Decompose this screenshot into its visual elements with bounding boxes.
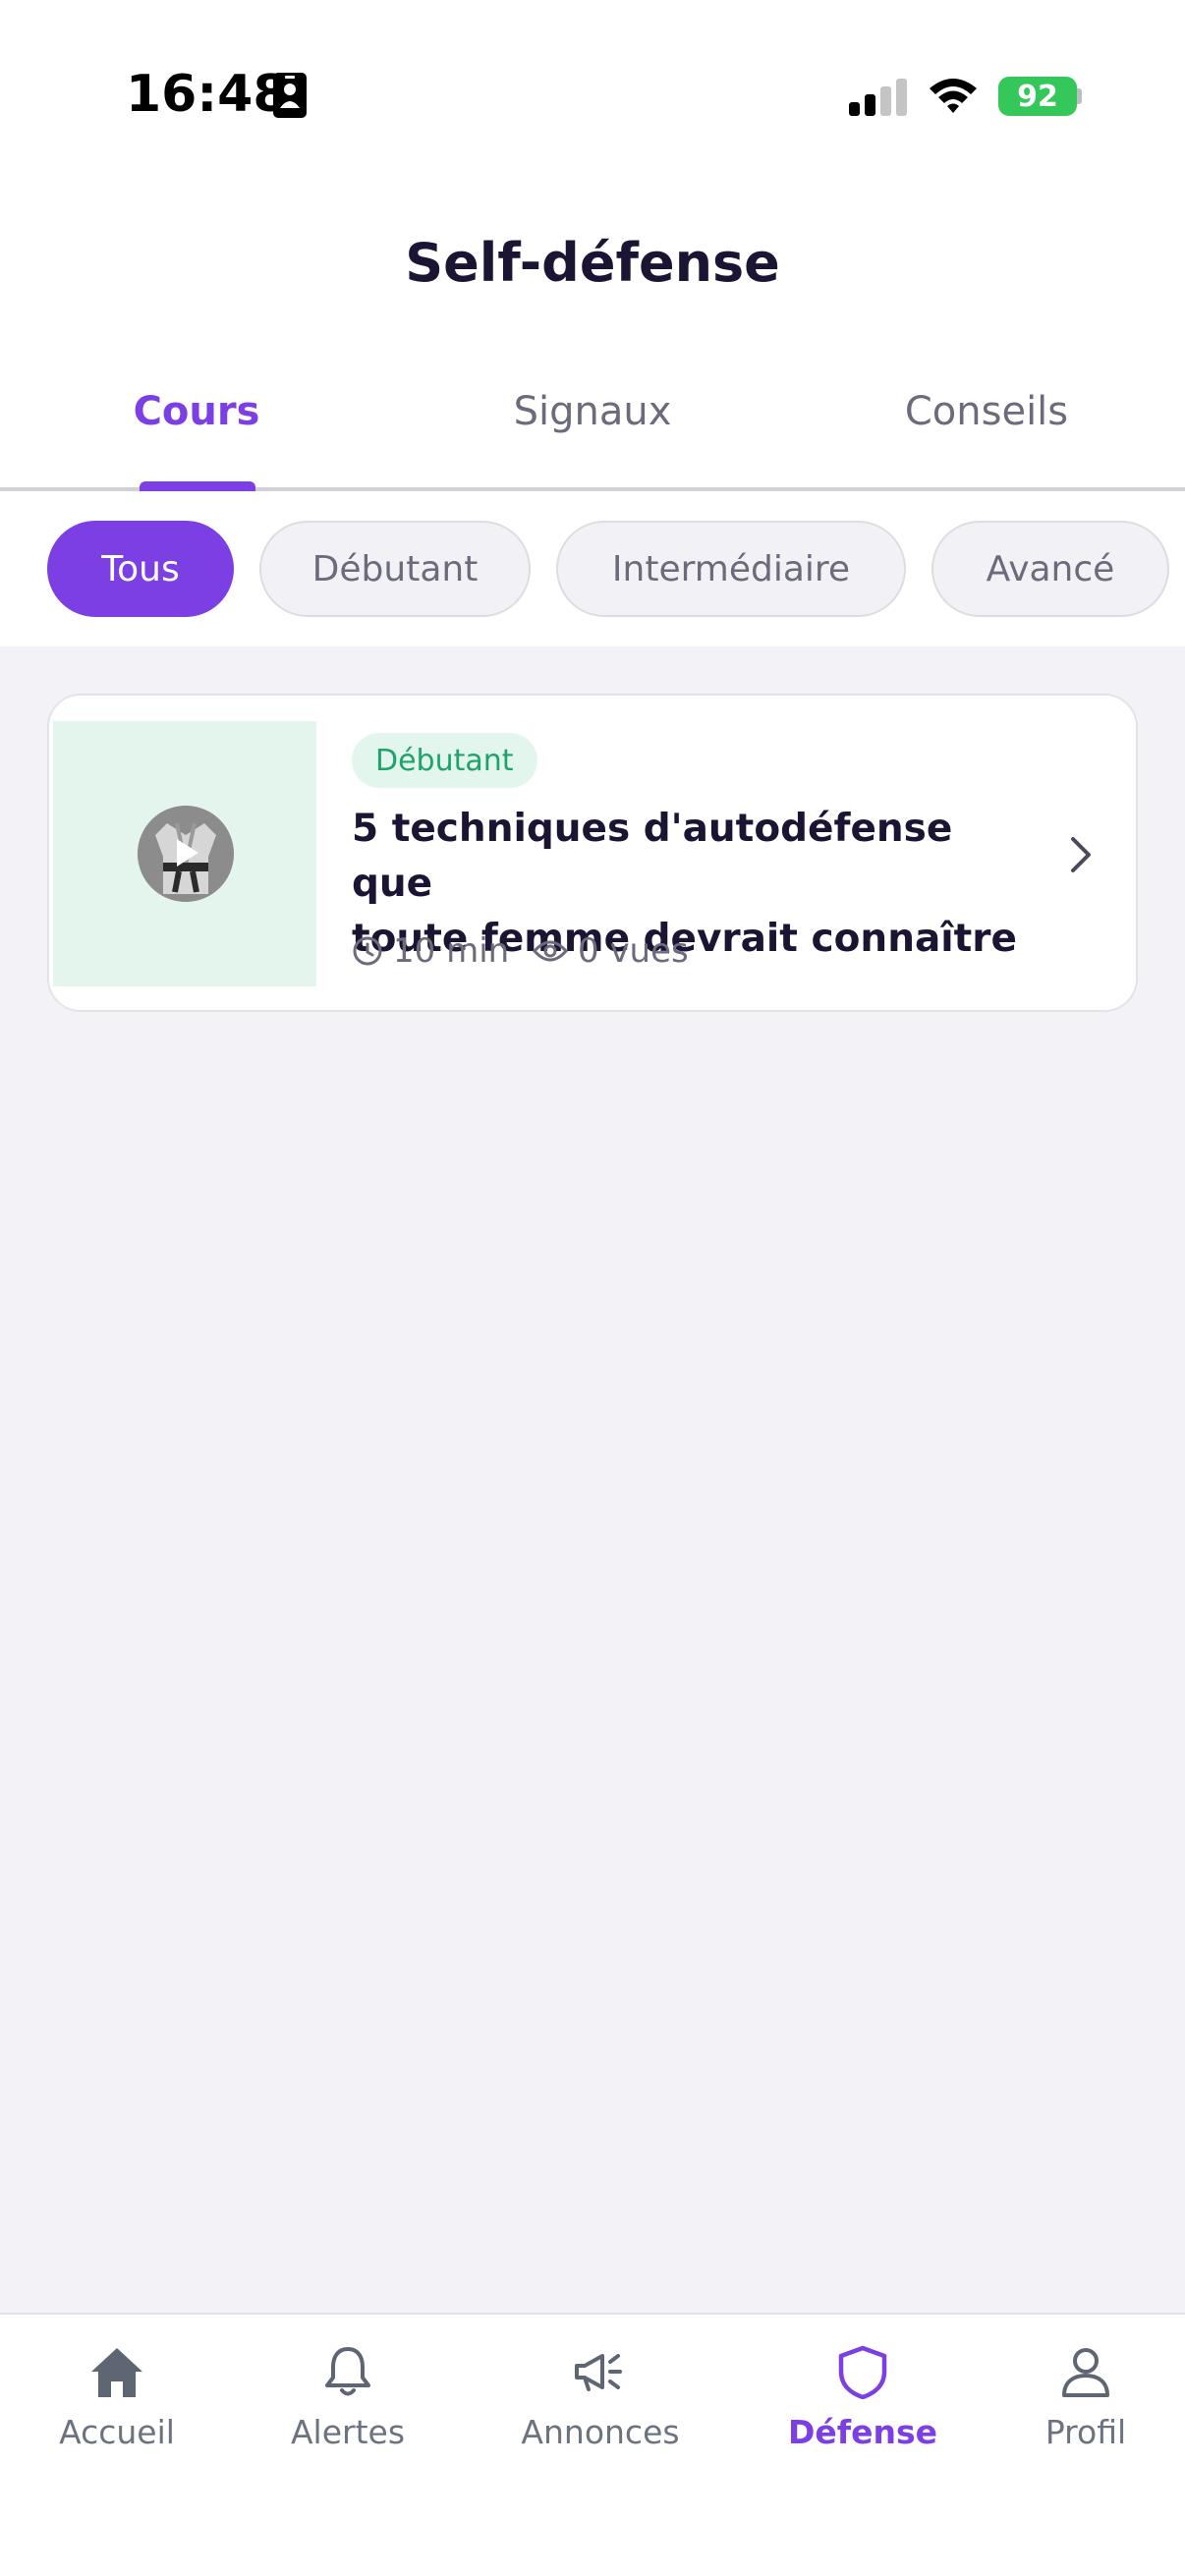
megaphone-icon bbox=[575, 2354, 622, 2391]
page-title: Self-défense bbox=[405, 232, 780, 294]
nav-label: Annonces bbox=[521, 2413, 680, 2451]
signal-icon bbox=[849, 79, 907, 116]
course-views: 0 vues bbox=[533, 931, 689, 971]
battery-indicator: 92 bbox=[998, 77, 1077, 116]
chevron-right-icon bbox=[1071, 837, 1091, 872]
views-text: 0 vues bbox=[578, 931, 689, 971]
battery-tip bbox=[1077, 88, 1082, 104]
duration-text: 10 min bbox=[393, 931, 510, 971]
nav-label: Profil bbox=[1044, 2413, 1127, 2451]
tab-signaux[interactable]: Signaux bbox=[494, 389, 691, 434]
course-thumbnail bbox=[53, 721, 316, 986]
filter-debutant[interactable]: Débutant bbox=[259, 521, 531, 617]
shield-icon bbox=[838, 2345, 887, 2399]
level-badge: Débutant bbox=[352, 733, 537, 788]
nav-defense[interactable]: Défense bbox=[764, 2344, 961, 2451]
filter-tous[interactable]: Tous bbox=[47, 521, 234, 617]
nav-label: Accueil bbox=[59, 2413, 175, 2451]
bottom-navigation: Accueil Alertes Annonces Défense Profil bbox=[0, 2313, 1185, 2576]
nav-label: Défense bbox=[787, 2413, 938, 2451]
course-duration: 10 min bbox=[352, 931, 509, 971]
tab-cours[interactable]: Cours bbox=[98, 389, 295, 434]
bell-icon bbox=[325, 2347, 370, 2396]
home-icon bbox=[91, 2348, 142, 2397]
clock-icon bbox=[353, 936, 382, 966]
nav-profil[interactable]: Profil bbox=[988, 2344, 1184, 2451]
user-icon bbox=[1062, 2348, 1109, 2397]
tab-conseils[interactable]: Conseils bbox=[888, 389, 1085, 434]
kimono-thumbnail-icon bbox=[138, 806, 234, 902]
nav-accueil[interactable]: Accueil bbox=[19, 2344, 215, 2451]
nav-label: Alertes bbox=[290, 2413, 406, 2451]
course-card[interactable]: Débutant 5 techniques d'autodéfense que … bbox=[47, 694, 1138, 1012]
id-card-icon bbox=[273, 73, 307, 118]
course-title-line: 5 techniques d'autodéfense que bbox=[352, 807, 953, 906]
nav-alertes[interactable]: Alertes bbox=[250, 2344, 446, 2451]
filter-intermediaire[interactable]: Intermédiaire bbox=[556, 521, 906, 617]
eye-icon bbox=[533, 940, 568, 962]
active-tab-indicator bbox=[140, 481, 255, 491]
nav-annonces[interactable]: Annonces bbox=[502, 2344, 699, 2451]
filter-avance[interactable]: Avancé bbox=[931, 521, 1169, 617]
status-time: 16:48 bbox=[126, 65, 289, 124]
wifi-icon bbox=[930, 79, 977, 113]
